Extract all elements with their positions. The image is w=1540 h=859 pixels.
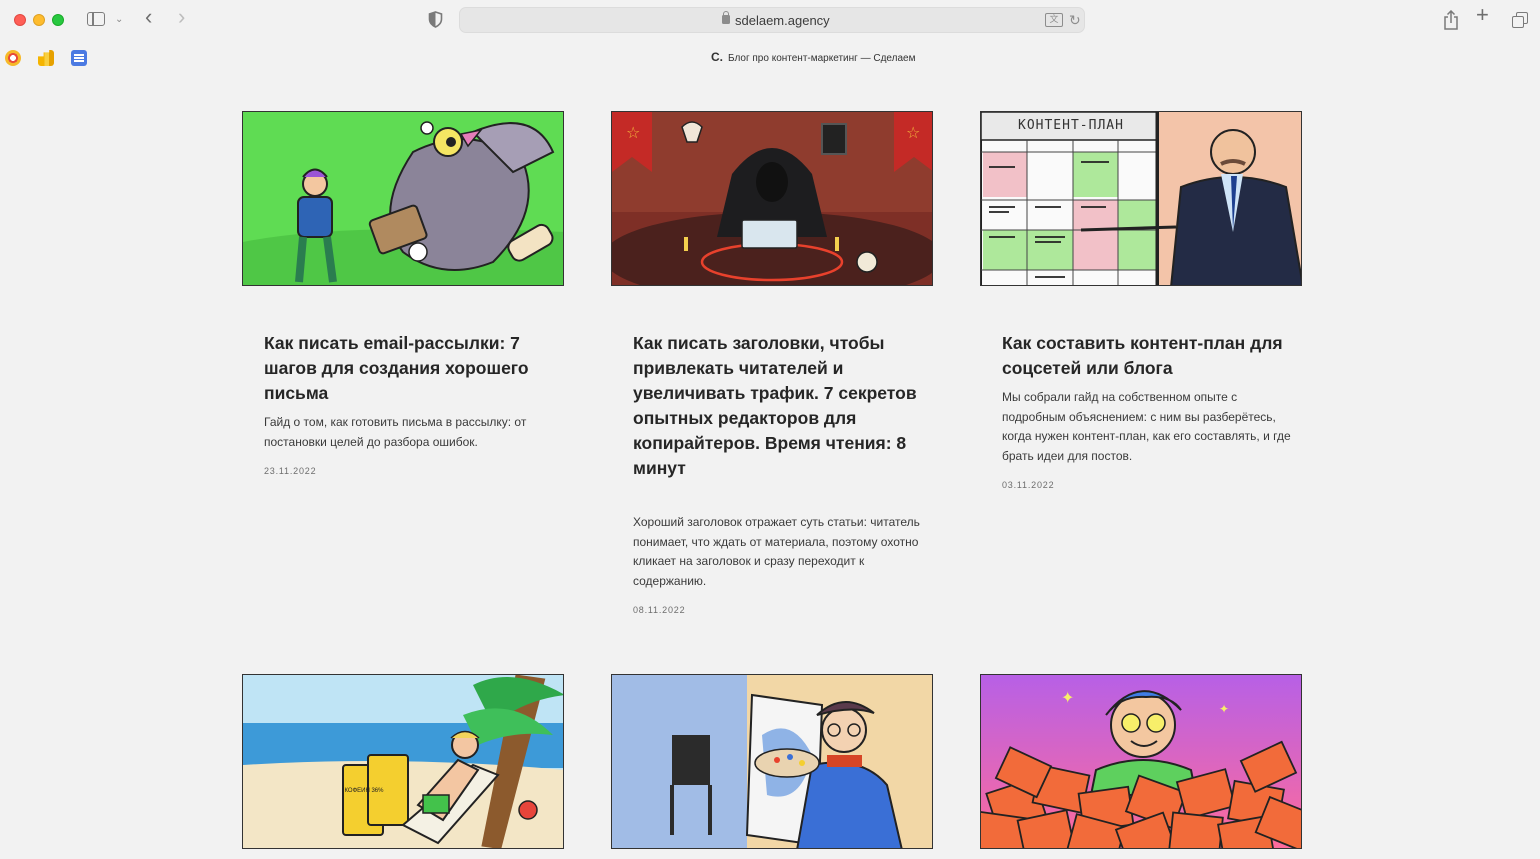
article-image[interactable] <box>242 111 564 286</box>
new-tab-icon[interactable]: + <box>1476 4 1489 26</box>
beach-coffee-illustration <box>243 675 563 848</box>
article-date: 03.11.2022 <box>1002 480 1055 490</box>
article-description: Хороший заголовок отражает суть статьи: … <box>633 515 920 588</box>
page-title-text: Блог про контент-маркетинг — Сделаем <box>728 53 916 64</box>
translate-icon[interactable]: 文 <box>1045 13 1063 27</box>
article-image[interactable]: КОНТЕНТ-ПЛАН <box>980 111 1302 286</box>
forward-button[interactable]: › <box>178 6 185 28</box>
privacy-shield-icon[interactable] <box>428 11 443 28</box>
article-image[interactable]: ✦ ✦ <box>980 674 1302 849</box>
content-plan-presenter-illustration <box>981 112 1301 285</box>
window-minimize-button[interactable] <box>33 14 45 26</box>
article-description: Гайд о том, как готовить письма в рассыл… <box>264 415 527 449</box>
favorites-bar: С. Блог про контент-маркетинг — Сделаем <box>0 44 1540 72</box>
article-card[interactable] <box>611 674 933 849</box>
browser-toolbar: ⌄ ‹ › sdelaem.agency 文 ↻ + <box>0 0 1540 40</box>
image-caption: КОНТЕНТ-ПЛАН <box>1018 118 1124 133</box>
svg-text:☆: ☆ <box>626 123 640 142</box>
image-caption: КОФЕИН 36% <box>344 788 384 794</box>
article-title[interactable]: Как писать заголовки, чтобы привлекать ч… <box>633 331 923 481</box>
window-close-button[interactable] <box>14 14 26 26</box>
tab-overview-icon[interactable] <box>1512 12 1528 28</box>
pigeon-courier-illustration <box>243 112 563 285</box>
artist-easel-illustration <box>612 675 932 848</box>
article-date: 23.11.2022 <box>264 466 317 476</box>
favorite-chart-icon[interactable] <box>38 50 54 66</box>
sidebar-toggle-icon[interactable] <box>87 12 105 26</box>
url-text[interactable]: sdelaem.agency <box>735 13 830 28</box>
share-icon[interactable] <box>1443 10 1459 30</box>
favorite-site-icon[interactable] <box>5 50 21 66</box>
article-card[interactable]: Как писать email-рассылки: 7 шагов для с… <box>242 111 564 511</box>
article-image[interactable]: КОФЕИН 36% <box>242 674 564 849</box>
article-card[interactable]: ☆ ☆ Как писать заголовки, чтобы привлека… <box>611 111 933 631</box>
lock-icon <box>722 11 730 24</box>
article-image[interactable] <box>611 674 933 849</box>
chevron-down-icon[interactable]: ⌄ <box>115 12 123 28</box>
page-title: С. Блог про контент-маркетинг — Сделаем <box>711 50 915 64</box>
site-logo: С. <box>711 50 723 64</box>
hooded-ritual-illustration: ☆ ☆ <box>612 112 932 285</box>
reload-icon[interactable]: ↻ <box>1069 12 1081 29</box>
article-title[interactable]: Как составить контент-план для соцсетей … <box>1002 331 1292 381</box>
article-card[interactable]: ✦ ✦ <box>980 674 1302 849</box>
article-card[interactable]: КОНТЕНТ-ПЛАН Как составить контент-план … <box>980 111 1302 511</box>
address-bar[interactable]: sdelaem.agency 文 ↻ <box>459 7 1085 33</box>
article-title[interactable]: Как писать email-рассылки: 7 шагов для с… <box>264 331 554 406</box>
back-button[interactable]: ‹ <box>145 6 152 28</box>
svg-text:☆: ☆ <box>906 123 920 142</box>
article-card[interactable]: КОФЕИН 36% <box>242 674 564 849</box>
article-description: Мы собрали гайд на собственном опыте с п… <box>1002 390 1291 463</box>
favorite-docs-icon[interactable] <box>71 50 87 66</box>
svg-text:✦: ✦ <box>1219 702 1229 716</box>
window-zoom-button[interactable] <box>52 14 64 26</box>
article-date: 08.11.2022 <box>633 605 686 615</box>
pile-of-books-illustration: ✦ ✦ <box>981 675 1301 848</box>
svg-text:✦: ✦ <box>1061 688 1074 707</box>
article-image[interactable]: ☆ ☆ <box>611 111 933 286</box>
